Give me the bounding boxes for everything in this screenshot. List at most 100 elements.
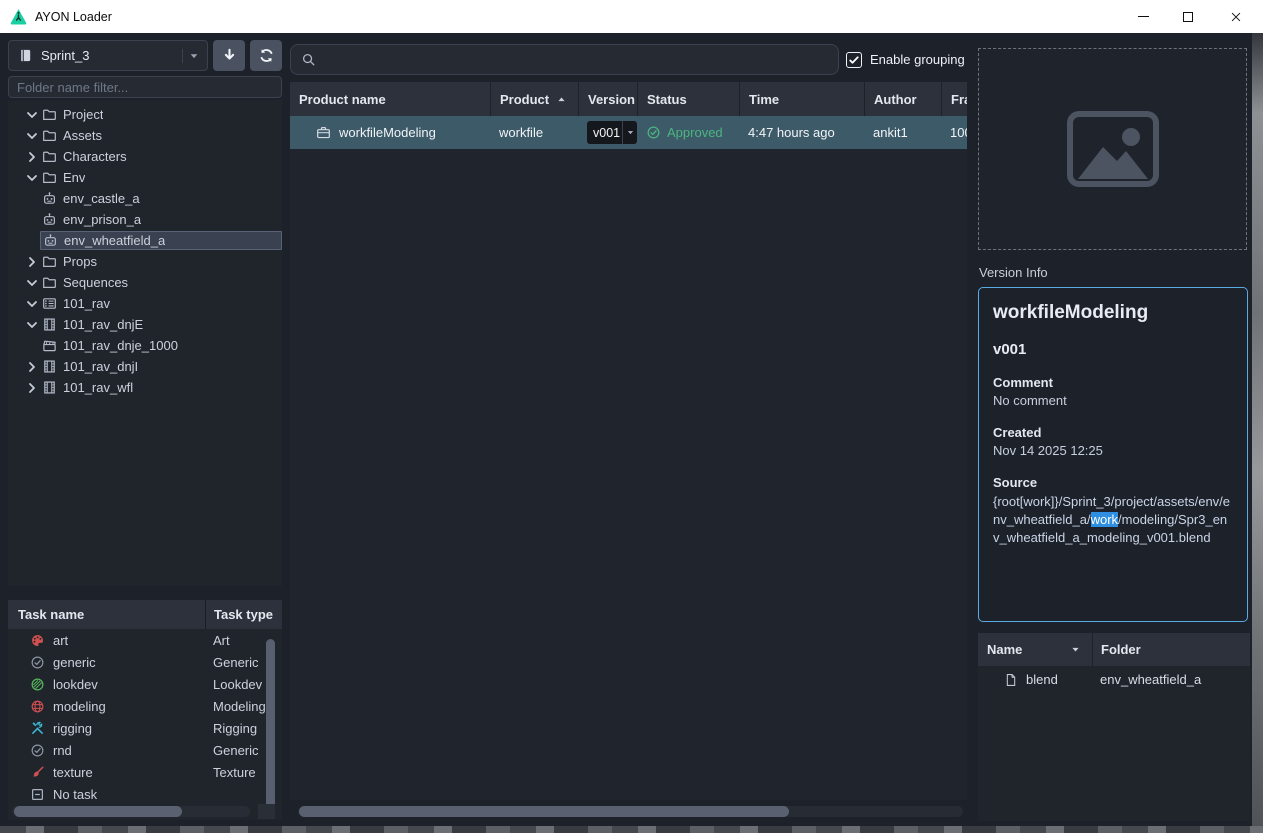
product-search-input[interactable] (324, 51, 828, 68)
chevron-right-icon[interactable] (24, 254, 40, 270)
download-icon (221, 47, 238, 64)
chevron-right-icon[interactable] (24, 149, 40, 165)
task-row-rigging[interactable]: rigging Rigging (8, 717, 282, 739)
scrollbar-corner (258, 804, 275, 819)
close-button[interactable] (1214, 0, 1258, 33)
grouping-label: Enable grouping (870, 52, 965, 67)
task-name-column-header[interactable]: Task name (8, 607, 205, 622)
task-horizontal-scrollbar-thumb[interactable] (14, 806, 182, 817)
minimize-button[interactable] (1123, 0, 1163, 33)
search-icon (301, 52, 316, 67)
tree-item-env-wheatfield-a[interactable]: env_wheatfield_a (8, 230, 282, 251)
representations-table: Name Folder blend env_wheatfield_a (978, 633, 1250, 821)
tree-item-project[interactable]: Project (8, 104, 282, 125)
task-row-texture[interactable]: texture Texture (8, 761, 282, 783)
folder-icon (42, 254, 57, 269)
tree-item-props[interactable]: Props (8, 251, 282, 272)
status-column-header[interactable]: Status (637, 82, 739, 116)
task-row-art[interactable]: art Art (8, 629, 282, 651)
created-value: Nov 14 2025 12:25 (993, 443, 1233, 458)
chevron-down-icon (182, 49, 201, 63)
created-label: Created (993, 425, 1233, 440)
book-icon (18, 48, 33, 63)
check-circle-icon (646, 125, 661, 140)
refresh-icon (258, 47, 275, 64)
grouping-checkbox[interactable] (846, 52, 862, 68)
comment-label: Comment (993, 375, 1233, 390)
folder-icon (42, 107, 57, 122)
author-column-header[interactable]: Author (864, 82, 941, 116)
comment-value: No comment (993, 393, 1233, 408)
product-column-header[interactable]: Product (490, 82, 578, 116)
tree-item-env-prison-a[interactable]: env_prison_a (8, 209, 282, 230)
source-selected-text: work (1091, 512, 1118, 527)
shot-clapperboard-icon (42, 338, 57, 353)
chevron-down-icon[interactable] (24, 128, 40, 144)
version-dropdown[interactable]: v001 (587, 121, 637, 144)
representations-table-header: Name Folder (978, 633, 1250, 666)
task-vertical-scrollbar[interactable] (266, 639, 275, 811)
tree-item-env-castle-a[interactable]: env_castle_a (8, 188, 282, 209)
refresh-button[interactable] (250, 40, 282, 71)
chevron-down-icon[interactable] (24, 296, 40, 312)
product-name-column-header[interactable]: Product name (290, 82, 490, 116)
frames-column-header[interactable]: Frames (941, 82, 967, 116)
check-circle-icon (30, 743, 45, 758)
desktop-edge-bottom (0, 826, 1263, 833)
tree-item-sequences[interactable]: Sequences (8, 272, 282, 293)
minus-box-icon (30, 787, 45, 802)
tree-item-101-rav-wfl[interactable]: 101_rav_wfl (8, 377, 282, 398)
thumbnail-placeholder (978, 48, 1247, 250)
task-type-column-header[interactable]: Task type (205, 600, 282, 629)
file-icon (1004, 673, 1018, 687)
tree-item-env[interactable]: Env (8, 167, 282, 188)
product-search-box[interactable] (290, 44, 839, 75)
sort-descending-icon (1069, 643, 1082, 656)
product-row-workfileModeling[interactable]: workfileModeling workfile v001 Approved … (290, 116, 967, 149)
product-horizontal-scrollbar-thumb[interactable] (299, 806, 789, 817)
representation-row-blend[interactable]: blend env_wheatfield_a (978, 666, 1250, 693)
folder-icon (42, 128, 57, 143)
chevron-right-icon[interactable] (24, 380, 40, 396)
chevron-down-icon[interactable] (24, 107, 40, 123)
task-row-rnd[interactable]: rnd Generic (8, 739, 282, 761)
version-info-title: workfileModeling (993, 302, 1233, 324)
task-row-no-task[interactable]: No task (8, 783, 282, 805)
download-button[interactable] (213, 40, 245, 71)
name-column-header[interactable]: Name (978, 633, 1092, 666)
title-bar: AYON Loader (0, 0, 1263, 33)
tree-item-101-rav-dnje-1000[interactable]: 101_rav_dnje_1000 (8, 335, 282, 356)
task-horizontal-scrollbar-track[interactable] (12, 806, 250, 817)
task-table-header: Task name Task type (8, 600, 282, 629)
sequence-filmstrip-icon (42, 380, 57, 395)
product-table: Product name Product Version Status Time… (290, 82, 967, 800)
chevron-down-icon[interactable] (24, 275, 40, 291)
task-row-lookdev[interactable]: lookdev Lookdev (8, 673, 282, 695)
episode-icon (42, 296, 57, 311)
folder-column-header[interactable]: Folder (1092, 633, 1250, 666)
project-toolbar: Sprint_3 (8, 40, 282, 71)
product-horizontal-scrollbar-track[interactable] (298, 806, 963, 817)
tree-item-characters[interactable]: Characters (8, 146, 282, 167)
asset-robot-icon (43, 233, 58, 248)
task-row-modeling[interactable]: modeling Modeling (8, 695, 282, 717)
version-info-label: Version Info (979, 265, 1048, 280)
folder-icon (42, 170, 57, 185)
chevron-down-icon[interactable] (24, 170, 40, 186)
project-select[interactable]: Sprint_3 (8, 40, 208, 71)
tree-item-101-rav[interactable]: 101_rav (8, 293, 282, 314)
palette-icon (30, 633, 45, 648)
image-placeholder-icon (1065, 109, 1161, 189)
tree-item-101-rav-dnje[interactable]: 101_rav_dnjE (8, 314, 282, 335)
enable-grouping-control[interactable]: Enable grouping (846, 44, 965, 75)
folder-filter-input[interactable] (8, 76, 282, 98)
time-column-header[interactable]: Time (739, 82, 864, 116)
version-column-header[interactable]: Version (578, 82, 637, 116)
tree-item-assets[interactable]: Assets (8, 125, 282, 146)
maximize-button[interactable] (1168, 0, 1208, 33)
task-row-generic[interactable]: generic Generic (8, 651, 282, 673)
chevron-right-icon[interactable] (24, 359, 40, 375)
minimize-icon (1138, 16, 1149, 17)
tree-item-101-rav-dnji[interactable]: 101_rav_dnjI (8, 356, 282, 377)
chevron-down-icon[interactable] (24, 317, 40, 333)
